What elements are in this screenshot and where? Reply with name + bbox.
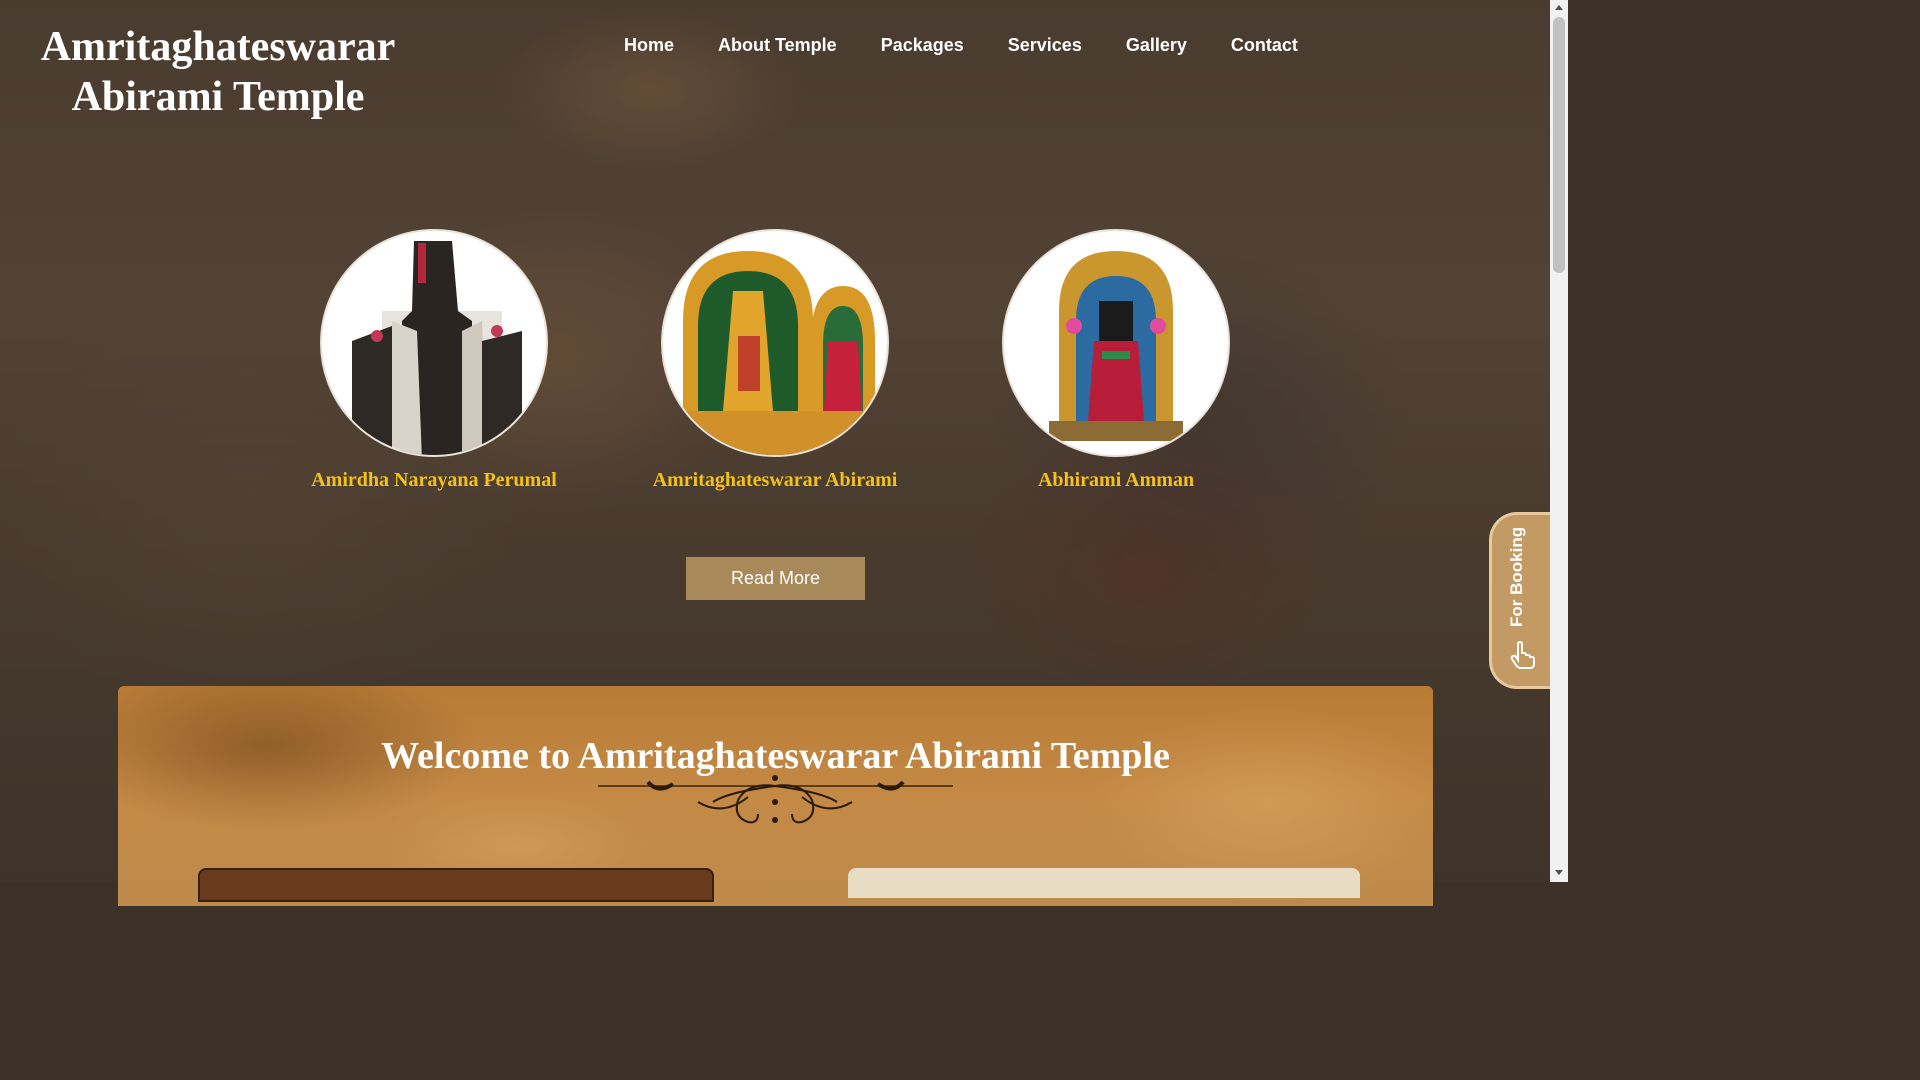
nav-about-temple[interactable]: About Temple	[696, 33, 859, 57]
brand-line-1: Amritaghateswarar	[40, 24, 396, 70]
welcome-image-left	[198, 868, 714, 902]
deity-card-amritaghateswarar[interactable]: Amritaghateswarar Abirami	[615, 229, 935, 492]
nav-packages[interactable]: Packages	[859, 33, 986, 57]
main-navigation: Home About Temple Packages Services Gall…	[602, 33, 1320, 57]
welcome-section: Welcome to Amritaghateswarar Abirami Tem…	[118, 686, 1433, 906]
ornament-divider-icon	[598, 775, 953, 824]
deity-image-amritaghateswarar	[661, 229, 889, 457]
read-more-button[interactable]: Read More	[686, 557, 865, 600]
deity-name: Abhirami Amman	[1037, 469, 1195, 491]
deity-card-abhirami-amman[interactable]: Abhirami Amman	[956, 229, 1276, 492]
deity-name: Amritaghateswarar Abirami	[652, 469, 898, 491]
deity-image-abhirami-amman	[1002, 229, 1230, 457]
scroll-up-arrow-icon[interactable]	[1555, 5, 1563, 10]
booking-tab[interactable]: For Booking	[1489, 512, 1550, 689]
welcome-image-right	[848, 868, 1360, 898]
site-logo-title[interactable]: Amritaghateswarar Abirami Temple	[18, 22, 418, 122]
hand-pointer-icon	[1510, 641, 1535, 669]
page-scrollbar[interactable]	[1550, 0, 1568, 882]
scroll-thumb[interactable]	[1553, 17, 1565, 273]
deity-name: Amirdha Narayana Perumal	[311, 469, 557, 491]
deity-image-perumal	[320, 229, 548, 457]
nav-services[interactable]: Services	[986, 33, 1104, 57]
booking-label: For Booking	[1507, 526, 1526, 627]
deity-card-perumal[interactable]: Amirdha Narayana Perumal	[274, 229, 594, 492]
nav-gallery[interactable]: Gallery	[1104, 33, 1209, 57]
brand-line-2: Abirami Temple	[71, 74, 365, 120]
scroll-down-arrow-icon[interactable]	[1555, 870, 1563, 875]
nav-home[interactable]: Home	[602, 33, 696, 57]
nav-contact[interactable]: Contact	[1209, 33, 1320, 57]
